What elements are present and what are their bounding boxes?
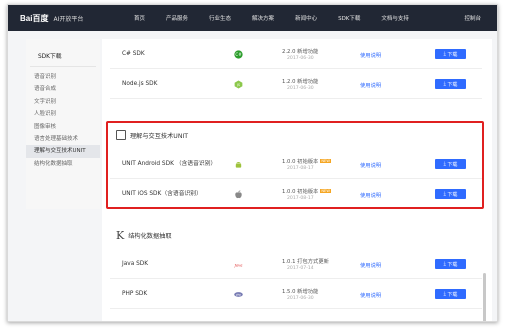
svg-text:C#: C# <box>235 52 242 57</box>
download-label: 下载 <box>447 51 458 58</box>
sidebar-title: SDK下载 <box>30 39 96 67</box>
download-label: 下载 <box>447 161 458 168</box>
download-label: 下载 <box>447 291 458 298</box>
download-button[interactable]: ⤓ 下载 <box>435 259 466 269</box>
sidebar-item-face[interactable]: 人脸识别 <box>26 108 100 120</box>
scrollbar[interactable] <box>483 273 486 321</box>
release-date: 2017-06-30 <box>287 296 314 301</box>
version-info: 1.0.1 打包方式更新 <box>282 259 329 265</box>
download-button[interactable]: ⤓ 下载 <box>435 159 466 169</box>
sidebar-item-speech-recognition[interactable]: 语音识别 <box>26 71 100 83</box>
new-badge: NEW <box>320 189 331 193</box>
download-label: 下载 <box>447 81 458 88</box>
unit-section-title: 理解与交互技术UNIT <box>130 132 189 140</box>
download-button[interactable]: ⤓ 下载 <box>435 49 466 59</box>
sdk-row-unit-ios: UNIT iOS SDK（含语音识别） 1.0.0 初始版本 NEW 2017-0… <box>110 179 482 209</box>
version-info: 1.2.0 新增功能 <box>282 79 319 85</box>
struct-section-heading: K 结构化数据抽取 <box>116 229 172 242</box>
sidebar-item-ocr[interactable]: 文字识别 <box>26 96 100 108</box>
svg-text:Java: Java <box>234 263 243 267</box>
apple-icon <box>235 190 242 199</box>
nav-links: 首页 产品服务 行业生态 解决方案 新闻中心 SDK下载 文档与支持 <box>134 14 430 22</box>
php-icon: php <box>234 292 243 297</box>
top-navigation: Bai百度 AI开放平台 首页 产品服务 行业生态 解决方案 新闻中心 SDK下… <box>8 5 497 31</box>
usage-doc-link[interactable]: 使用说明 <box>360 81 381 89</box>
logo-subtitle: AI开放平台 <box>53 15 84 23</box>
nav-link-solutions[interactable]: 解决方案 <box>252 14 274 22</box>
chat-icon <box>116 130 126 140</box>
release-date: 2017-08-17 <box>287 166 314 171</box>
usage-doc-link[interactable]: 使用说明 <box>360 261 381 269</box>
nav-link-products[interactable]: 产品服务 <box>166 14 188 22</box>
nav-link-ecosystem[interactable]: 行业生态 <box>209 14 231 22</box>
version-info: 1.0.0 初始版本 NEW <box>282 157 331 165</box>
svg-text:JS: JS <box>236 83 240 87</box>
sidebar-item-nlp[interactable]: 语言处理基础技术 <box>26 133 100 145</box>
download-button[interactable]: ⤓ 下载 <box>435 79 466 89</box>
download-label: 下载 <box>447 261 458 268</box>
sdk-row-unit-android: UNIT Android SDK （含语音识别） 1.0.0 初始版本 NEW 2… <box>110 149 482 179</box>
usage-doc-link[interactable]: 使用说明 <box>360 51 381 59</box>
sidebar-item-image-audit[interactable]: 图像审核 <box>26 121 100 133</box>
nav-link-docs[interactable]: 文档与支持 <box>381 14 409 22</box>
usage-doc-link[interactable]: 使用说明 <box>360 191 381 199</box>
sdk-row-csharp: C# SDK C# 2.2.0 新增功能 2017-06-30 使用说明 ⤓ 下… <box>110 39 482 69</box>
version-text: 1.0.0 初始版本 <box>282 189 319 195</box>
download-label: 下载 <box>447 191 458 198</box>
sdk-name: PHP SDK <box>122 290 148 297</box>
java-icon: Java <box>234 263 243 267</box>
sdk-row-java: Java SDK Java 1.0.1 打包方式更新 2017-07-14 使用… <box>110 249 482 279</box>
android-icon <box>235 162 242 168</box>
sidebar-item-structured-data[interactable]: 结构化数据抽取 <box>26 158 100 170</box>
release-date: 2017-07-14 <box>287 266 314 271</box>
version-info: 1.5.0 新增功能 <box>282 289 319 295</box>
sdk-list: C# SDK C# 2.2.0 新增功能 2017-06-30 使用说明 ⤓ 下… <box>102 39 492 321</box>
sdk-name: UNIT Android SDK （含语音识别） <box>122 160 217 167</box>
nodejs-icon: JS <box>234 80 243 89</box>
sdk-name: C# SDK <box>122 50 145 57</box>
struct-section-title: 结构化数据抽取 <box>128 233 172 240</box>
sidebar-item-speech-synthesis[interactable]: 语音合成 <box>26 83 100 95</box>
usage-doc-link[interactable]: 使用说明 <box>360 161 381 169</box>
new-badge: NEW <box>320 159 331 163</box>
sidebar-item-unit[interactable]: 理解与交互技术UNIT <box>26 145 100 158</box>
sidebar: SDK下载 语音识别 语音合成 文字识别 人脸识别 图像审核 语言处理基础技术 … <box>26 39 100 209</box>
release-date: 2017-08-17 <box>287 196 314 201</box>
sdk-row-php: PHP SDK php 1.5.0 新增功能 2017-06-30 使用说明 ⤓… <box>110 279 482 309</box>
version-info: 2.2.0 新增功能 <box>282 49 319 55</box>
sdk-name: Java SDK <box>122 260 149 267</box>
nav-link-sdk-download[interactable]: SDK下载 <box>338 14 360 22</box>
release-date: 2017-06-30 <box>287 86 314 91</box>
version-text: 1.0.0 初始版本 <box>282 159 319 165</box>
baidu-ai-logo[interactable]: Bai百度 AI开放平台 <box>20 13 83 23</box>
usage-doc-link[interactable]: 使用说明 <box>360 291 381 299</box>
browser-window: Bai百度 AI开放平台 首页 产品服务 行业生态 解决方案 新闻中心 SDK下… <box>7 4 498 322</box>
logo-text: Bai百度 <box>20 13 49 23</box>
version-info: 1.0.0 初始版本 NEW <box>282 187 331 195</box>
release-date: 2017-06-30 <box>287 56 314 61</box>
nav-link-home[interactable]: 首页 <box>134 14 145 22</box>
download-button[interactable]: ⤓ 下载 <box>435 189 466 199</box>
unit-section-heading: 理解与交互技术UNIT <box>116 130 188 140</box>
svg-text:php: php <box>236 293 241 297</box>
nav-link-news[interactable]: 新闻中心 <box>295 14 317 22</box>
sdk-row-nodejs: Node.js SDK JS 1.2.0 新增功能 2017-06-30 使用说… <box>110 69 482 99</box>
download-button[interactable]: ⤓ 下载 <box>435 289 466 299</box>
k-logo-icon: K <box>116 229 125 242</box>
sdk-name: UNIT iOS SDK（含语音识别） <box>122 191 202 197</box>
csharp-icon: C# <box>234 50 243 59</box>
console-link[interactable]: 控制台 <box>464 14 481 22</box>
sdk-name: Node.js SDK <box>122 80 158 87</box>
